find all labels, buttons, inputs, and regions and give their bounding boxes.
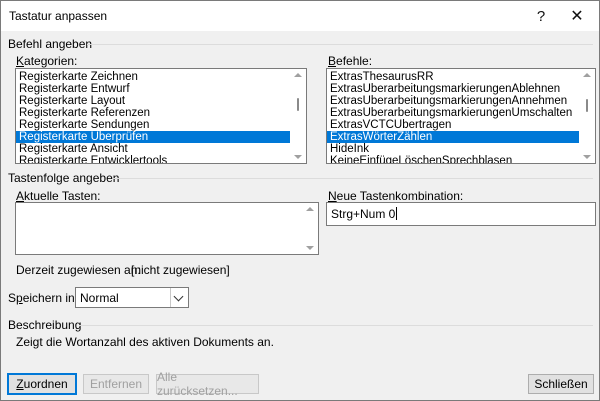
beschreibung-text: Zeigt die Wortanzahl des aktiven Dokumen…	[16, 335, 274, 349]
list-item[interactable]: Registerkarte Überprüfen	[16, 131, 306, 143]
section-divider	[87, 44, 593, 45]
list-item[interactable]: ExtrasÜberarbeitungsmarkierungenAblehnen	[327, 83, 595, 95]
entfernen-label: Entfernen	[89, 377, 143, 391]
section-befehl-angeben: Befehl angeben	[8, 37, 93, 51]
alle-zuruecksetzen-button[interactable]: Alle zurücksetzen...	[156, 370, 259, 398]
section-divider	[79, 325, 593, 326]
list-item[interactable]: Registerkarte Ansicht	[16, 143, 306, 155]
list-item[interactable]: Registerkarte Sendungen	[16, 119, 306, 131]
befehle-label: Befehle:	[328, 54, 373, 68]
list-item[interactable]: ExtrasThesaurusRR	[327, 71, 595, 83]
close-button[interactable]: ✕	[555, 2, 599, 30]
speichern-in-value: Normal	[80, 291, 119, 305]
list-item[interactable]: Registerkarte Layout	[16, 95, 306, 107]
list-item[interactable]: ExtrasWörterZählen	[327, 131, 595, 143]
title-bar: Tastatur anpassen ? ✕	[1, 1, 599, 31]
customize-keyboard-dialog: Tastatur anpassen ? ✕ Befehl angeben Kat…	[0, 0, 600, 401]
kategorien-listbox[interactable]: Registerkarte Zeichnen Registerkarte Entw…	[15, 68, 307, 164]
list-item[interactable]: KeineEinfügeLöschenSprechblasen	[327, 155, 595, 163]
alle-zuruecksetzen-label: Alle zurücksetzen...	[157, 370, 238, 398]
neue-tastenkombination-label: Neue Tastenkombination:	[328, 189, 464, 203]
section-divider	[113, 178, 593, 179]
speichern-in-select[interactable]: Normal	[75, 287, 189, 308]
aktuelle-tasten-listbox[interactable]	[15, 202, 319, 255]
scroll-up-icon[interactable]	[583, 73, 591, 77]
scroll-down-icon[interactable]	[306, 246, 314, 250]
scroll-thumb[interactable]	[586, 99, 588, 112]
speichern-in-label: Speichern in:	[8, 291, 79, 305]
neue-tastenkombination-value: Strg+Num 0	[331, 207, 396, 221]
chevron-down-icon[interactable]	[170, 288, 188, 307]
aktuelle-tasten-scrollbar[interactable]	[302, 203, 318, 254]
help-icon: ?	[536, 7, 546, 25]
section-tastenfolge-angeben: Tastenfolge angeben	[8, 171, 120, 185]
list-item[interactable]: Registerkarte Entwurf	[16, 83, 306, 95]
schliessen-button[interactable]: Schließen	[528, 374, 594, 394]
list-item[interactable]: Registerkarte Referenzen	[16, 107, 306, 119]
list-item[interactable]: ExtrasVCTCÜbertragen	[327, 119, 595, 131]
derzeit-zugewiesen-value: [nicht zugewiesen]	[131, 263, 230, 277]
scroll-up-icon[interactable]	[294, 73, 302, 77]
befehle-scrollbar[interactable]	[579, 69, 595, 163]
dialog-title: Tastatur anpassen	[9, 9, 108, 23]
list-item[interactable]: Registerkarte Zeichnen	[16, 71, 306, 83]
scroll-thumb[interactable]	[297, 98, 299, 111]
list-item[interactable]: ExtrasÜberarbeitungsmarkierungenAnnehmen	[327, 95, 595, 107]
neue-tastenkombination-input[interactable]: Strg+Num 0	[326, 202, 596, 226]
befehle-listbox[interactable]: ExtrasThesaurusRR ExtrasÜberarbeitungsmar…	[326, 68, 596, 164]
kategorien-label: Kategorien:	[16, 54, 78, 68]
scroll-down-icon[interactable]	[583, 155, 591, 159]
close-icon: ✕	[570, 8, 584, 25]
aktuelle-tasten-label: Aktuelle Tasten:	[16, 189, 101, 203]
list-item[interactable]: Registerkarte Entwicklertools	[16, 155, 306, 163]
zuordnen-label: Zuordnen	[16, 377, 68, 391]
section-beschreibung: Beschreibung	[8, 318, 82, 332]
zuordnen-button[interactable]: Zuordnen	[7, 373, 77, 395]
scroll-up-icon[interactable]	[306, 207, 314, 211]
kategorien-scrollbar[interactable]	[290, 69, 306, 163]
derzeit-zugewiesen-label: Derzeit zugewiesen an:	[16, 263, 141, 277]
list-item[interactable]: HideInk	[327, 143, 595, 155]
text-caret	[396, 207, 398, 220]
entfernen-button[interactable]: Entfernen	[83, 374, 149, 394]
list-item[interactable]: ExtrasÜberarbeitungsmarkierungenUmschalt…	[327, 107, 595, 119]
schliessen-label: Schließen	[534, 377, 588, 391]
scroll-down-icon[interactable]	[294, 155, 302, 159]
